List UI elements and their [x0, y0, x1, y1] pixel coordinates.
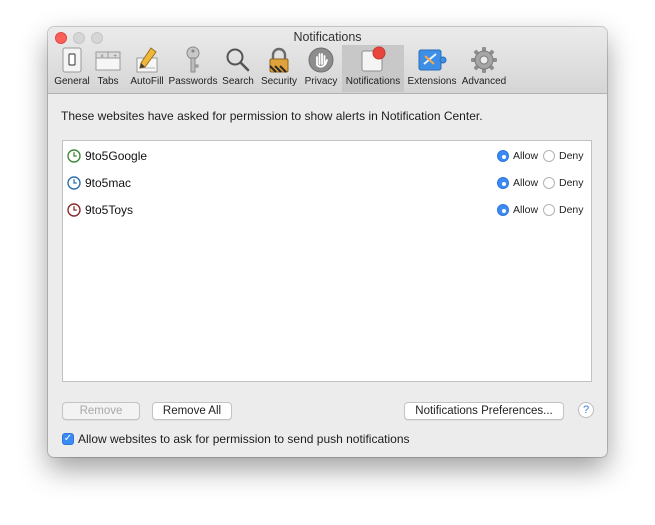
deny-label: Deny — [559, 177, 584, 189]
tab-label: Security — [260, 76, 298, 87]
list-item[interactable]: 9to5mac Allow Deny — [63, 170, 591, 194]
allow-label: Allow — [513, 177, 539, 189]
site-name: 9to5mac — [85, 176, 132, 190]
remove-all-button[interactable]: Remove All — [152, 402, 232, 420]
key-icon — [176, 45, 210, 75]
help-button[interactable]: ? — [578, 402, 594, 418]
tab-search[interactable]: Search — [220, 45, 256, 92]
site-name: 9to5Google — [85, 149, 148, 163]
radio-unselected-icon — [543, 204, 555, 216]
list-item[interactable]: 9to5Google Allow Deny — [63, 143, 591, 167]
list-item[interactable]: 9to5Toys Allow Deny — [63, 197, 591, 221]
checkbox-label: Allow websites to ask for permission to … — [78, 432, 410, 446]
tab-autofill[interactable]: AutoFill — [126, 45, 168, 92]
titlebar-toolbar: Notifications General × + Tabs AutoFill … — [48, 27, 607, 94]
tab-label: Tabs — [97, 76, 119, 87]
tab-notifications[interactable]: Notifications — [342, 45, 404, 92]
magnifier-icon — [221, 45, 255, 75]
radio-selected-icon — [497, 177, 509, 189]
deny-label: Deny — [559, 150, 584, 162]
svg-text:+: + — [113, 54, 117, 60]
deny-radio[interactable]: Deny — [543, 150, 584, 162]
allow-radio[interactable]: Allow — [497, 204, 538, 216]
padlock-icon — [262, 45, 296, 75]
svg-text:×: × — [100, 54, 104, 60]
allow-label: Allow — [513, 150, 539, 162]
remove-button[interactable]: Remove — [62, 402, 140, 420]
tab-privacy[interactable]: Privacy — [302, 45, 340, 92]
gear-icon — [467, 45, 501, 75]
clock-icon — [67, 149, 81, 163]
radio-unselected-icon — [543, 150, 555, 162]
intro-text: These websites have asked for permission… — [61, 109, 483, 123]
hand-icon — [304, 45, 338, 75]
deny-label: Deny — [559, 204, 584, 216]
deny-radio[interactable]: Deny — [543, 177, 584, 189]
tab-general[interactable]: General — [52, 45, 92, 92]
tab-label: General — [54, 76, 90, 87]
notifications-icon — [356, 45, 390, 75]
allow-radio[interactable]: Allow — [497, 150, 538, 162]
allow-radio[interactable]: Allow — [497, 177, 538, 189]
tab-label: Extensions — [407, 76, 457, 87]
radio-unselected-icon — [543, 177, 555, 189]
allow-label: Allow — [513, 204, 539, 216]
deny-radio[interactable]: Deny — [543, 204, 584, 216]
notifications-preferences-button[interactable]: Notifications Preferences... — [404, 402, 564, 420]
window-title: Notifications — [293, 30, 362, 44]
clock-icon — [67, 176, 81, 190]
tab-label: Privacy — [304, 76, 338, 87]
radio-selected-icon — [497, 150, 509, 162]
tab-label: Notifications — [345, 76, 401, 87]
general-switch-icon — [55, 45, 89, 75]
website-list[interactable]: 9to5Google Allow Deny 9to5mac Allow Deny… — [62, 140, 592, 382]
tab-advanced[interactable]: Advanced — [460, 45, 508, 92]
tab-extensions[interactable]: Extensions — [406, 45, 458, 92]
tab-label: Passwords — [168, 76, 218, 87]
clock-icon — [67, 203, 81, 217]
extensions-icon — [415, 45, 449, 75]
preferences-window: Notifications General × + Tabs AutoFill … — [48, 27, 607, 457]
radio-selected-icon — [497, 204, 509, 216]
tab-label: Search — [222, 76, 254, 87]
tab-security[interactable]: Security — [258, 45, 300, 92]
tab-tabs[interactable]: × + Tabs — [92, 45, 124, 92]
push-permission-checkbox-row[interactable]: ✓ Allow websites to ask for permission t… — [62, 432, 410, 446]
checkbox-checked-icon[interactable]: ✓ — [62, 433, 74, 445]
tab-label: Advanced — [461, 76, 507, 87]
site-name: 9to5Toys — [85, 203, 134, 217]
tab-passwords[interactable]: Passwords — [168, 45, 218, 92]
tabs-icon: × + — [91, 45, 125, 75]
pencil-icon — [130, 45, 164, 75]
tab-label: AutoFill — [130, 76, 164, 87]
